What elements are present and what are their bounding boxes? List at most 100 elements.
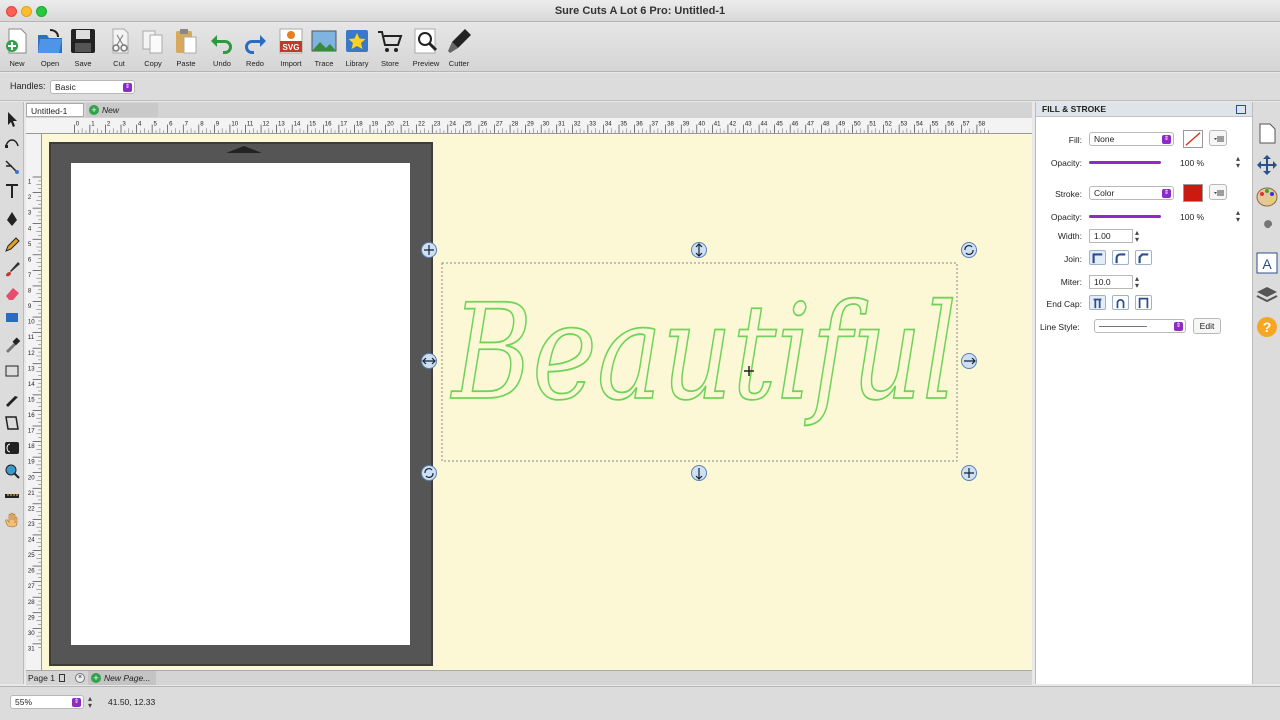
text-font-panel-icon[interactable]: A xyxy=(1256,252,1278,274)
ruler-label: 30 xyxy=(543,121,550,128)
handle-rotate-bottom-left-icon[interactable] xyxy=(421,465,437,481)
handle-middle-right-icon[interactable] xyxy=(961,353,977,369)
help-question-icon[interactable]: ? xyxy=(1256,316,1278,338)
preview-magnifier-icon xyxy=(414,28,438,54)
ruler-label: 12 xyxy=(262,121,269,128)
endcap-butt-button[interactable] xyxy=(1089,295,1106,310)
ruler-label: 43 xyxy=(745,121,752,128)
join-round-button[interactable] xyxy=(1112,250,1129,265)
paste-button[interactable]: Paste xyxy=(169,25,203,71)
eraser-icon[interactable] xyxy=(3,284,21,302)
ruler-label: 51 xyxy=(869,121,876,128)
layers-icon[interactable] xyxy=(1256,285,1278,305)
new-button[interactable]: New xyxy=(0,25,34,71)
ruler-label: 56 xyxy=(947,121,954,128)
redo-button[interactable]: Redo xyxy=(238,25,272,71)
ruler-label: 20 xyxy=(387,121,394,128)
undo-button[interactable]: Undo xyxy=(205,25,239,71)
ruler-label: 15 xyxy=(28,396,35,403)
cursor-coordinates: 41.50, 12.33 xyxy=(108,697,156,707)
ruler-label: 2 xyxy=(107,121,111,128)
endcap-square-button[interactable] xyxy=(1135,295,1152,310)
handle-middle-left-icon[interactable] xyxy=(421,353,437,369)
undo-icon xyxy=(211,35,232,54)
trace-button[interactable]: Trace xyxy=(307,25,341,71)
cutter-button[interactable]: Cutter xyxy=(442,25,476,71)
miter-limit-input[interactable]: 10.0 xyxy=(1089,275,1133,289)
select-arrow-icon[interactable] xyxy=(3,110,21,128)
weld-icon[interactable] xyxy=(3,439,21,457)
zoom-stepper[interactable]: ▴ ▾ xyxy=(88,695,92,710)
brush-icon[interactable] xyxy=(3,260,21,278)
cut-button[interactable]: Cut xyxy=(102,25,136,71)
beautiful-text-object[interactable]: Beautiful xyxy=(449,275,957,431)
fill-color-swatch-none[interactable] xyxy=(1183,130,1203,148)
import-button[interactable]: SVG Import xyxy=(274,25,308,71)
handles-select[interactable]: Basic ⇕ xyxy=(50,80,135,94)
measure-ruler-icon[interactable] xyxy=(3,487,21,505)
stroke-width-stepper[interactable]: ▴ ▾ xyxy=(1135,229,1139,244)
line-style-edit-button[interactable]: Edit xyxy=(1193,318,1221,334)
join-miter-button[interactable] xyxy=(1089,250,1106,265)
ruler-label: 41 xyxy=(714,121,721,128)
store-button[interactable]: Store xyxy=(373,25,407,71)
chevron-updown-icon: ⇕ xyxy=(1162,135,1171,144)
stroke-menu-button[interactable] xyxy=(1209,184,1227,200)
wrench-tools-icon[interactable] xyxy=(1257,218,1277,240)
main-toolbar: New Open Save Cut Copy Paste Undo Redo S… xyxy=(0,22,1280,72)
ruler-label: 26 xyxy=(480,121,487,128)
pan-hand-icon[interactable] xyxy=(3,511,21,529)
text-tool-icon[interactable] xyxy=(3,182,21,200)
line-style-preview xyxy=(1099,326,1147,327)
miter-stepper[interactable]: ▴ ▾ xyxy=(1135,275,1139,290)
fill-opacity-slider[interactable] xyxy=(1089,161,1161,164)
pencil-icon[interactable] xyxy=(3,236,21,254)
fill-opacity-stepper[interactable]: ▴ ▾ xyxy=(1236,155,1240,170)
project-tabs: Untitled-1 × + New Project... xyxy=(26,102,1032,129)
knife-icon[interactable] xyxy=(3,390,21,408)
handle-top-center-icon[interactable] xyxy=(691,242,707,258)
page-1-tab[interactable]: Page 1 xyxy=(28,673,66,683)
ruler-label: 10 xyxy=(231,121,238,128)
import-svg-icon: SVG xyxy=(279,28,303,54)
handle-rotate-top-right-icon[interactable] xyxy=(961,242,977,258)
fill-menu-button[interactable] xyxy=(1209,130,1227,146)
stroke-color-swatch[interactable] xyxy=(1183,184,1203,202)
open-button[interactable]: Open xyxy=(33,25,67,71)
zoom-tool-icon[interactable] xyxy=(3,462,21,480)
eyedropper-icon[interactable] xyxy=(3,336,21,354)
stroke-opacity-stepper[interactable]: ▴ ▾ xyxy=(1236,209,1240,224)
path-edit-icon[interactable] xyxy=(3,158,21,176)
tab-new-project[interactable]: + New Project... xyxy=(86,103,158,129)
handle-top-left-icon[interactable] xyxy=(421,242,437,258)
stroke-opacity-slider[interactable] xyxy=(1089,215,1161,218)
ruler-label: 24 xyxy=(449,121,456,128)
line-style-select[interactable]: ⇕ xyxy=(1094,319,1186,333)
handle-bottom-right-icon[interactable] xyxy=(961,465,977,481)
move-arrows-icon[interactable] xyxy=(1256,154,1278,176)
handle-bottom-center-icon[interactable] xyxy=(691,465,707,481)
panel-header: FILL & STROKE xyxy=(1036,102,1252,117)
transform-icon[interactable] xyxy=(3,414,21,432)
node-edit-icon[interactable] xyxy=(3,134,21,152)
endcap-round-button[interactable] xyxy=(1112,295,1129,310)
preview-button[interactable]: Preview xyxy=(409,25,443,71)
library-button[interactable]: Library xyxy=(340,25,374,71)
rectangle-shape-icon[interactable] xyxy=(3,308,21,326)
join-bevel-button[interactable] xyxy=(1135,250,1152,265)
tab-untitled-1[interactable]: Untitled-1 × xyxy=(26,103,99,117)
pen-nib-icon[interactable] xyxy=(3,210,21,228)
color-palette-icon[interactable] xyxy=(1256,186,1278,208)
new-page-tab[interactable]: + New Page... xyxy=(88,671,156,685)
stroke-width-input[interactable]: 1.00 xyxy=(1089,229,1133,243)
copy-button[interactable]: Copy xyxy=(136,25,170,71)
ruler-label: 8 xyxy=(200,121,204,128)
gradient-icon[interactable] xyxy=(3,362,21,380)
close-page-icon[interactable]: × xyxy=(75,673,85,683)
document-panel-icon[interactable] xyxy=(1257,122,1277,144)
stroke-type-select[interactable]: Color ⇕ xyxy=(1089,186,1174,200)
save-button[interactable]: Save xyxy=(66,25,100,71)
panel-detach-icon[interactable] xyxy=(1236,105,1246,114)
zoom-select[interactable]: 55% ⇕ xyxy=(10,695,84,709)
fill-type-select[interactable]: None ⇕ xyxy=(1089,132,1174,146)
